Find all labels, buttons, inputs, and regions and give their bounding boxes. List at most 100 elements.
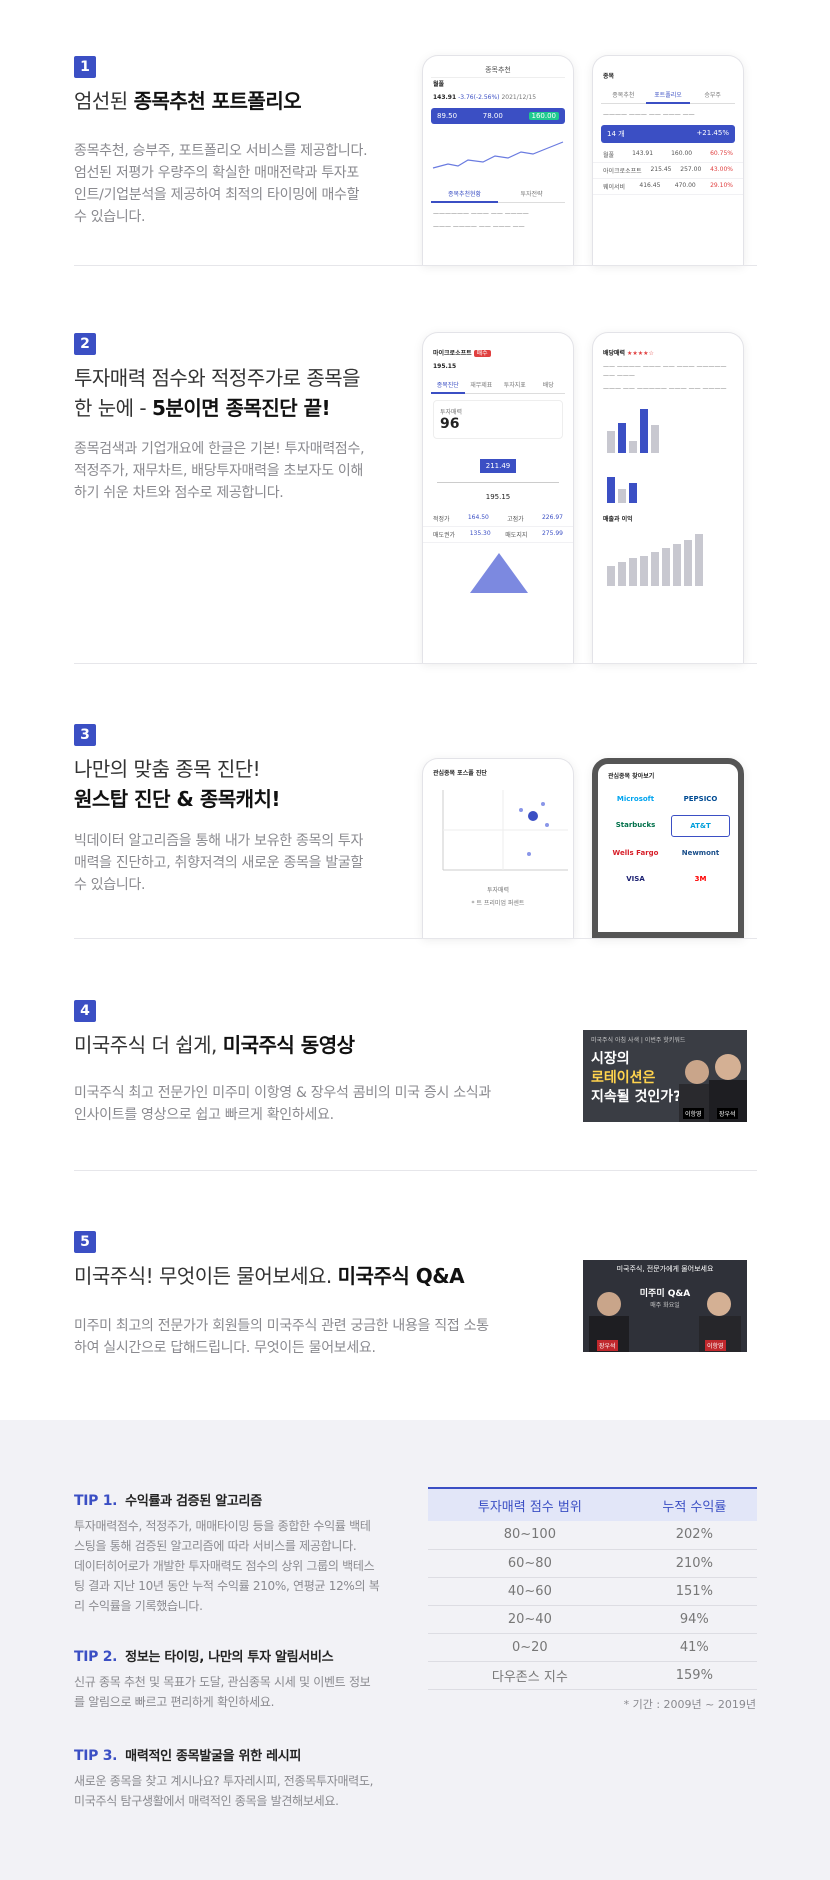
tip-1-heading: TIP 1. 수익률과 검증된 알고리즘 <box>74 1490 262 1509</box>
stock-change: -3.76(-2.56%) <box>458 94 500 101</box>
tip-line: 데이터히어로가 개발한 투자매력도 점수의 상위 그룹의 백테스 <box>74 1559 375 1573</box>
tip-3-body: 새로운 종목을 찾고 계시나요? 투자레시피, 전종목투자매력도, 미국주식 탐… <box>74 1771 404 1811</box>
section-1-title: 엄선된 종목추천 포트폴리오 <box>74 86 302 116</box>
section-4-title-bold: 미국주식 동영상 <box>222 1033 355 1057</box>
section-2-desc: 종목검색과 기업개요에 한글은 기본! 투자매력점수, 적정주가, 재무차트, … <box>74 438 365 504</box>
host-avatar-2 <box>715 1054 741 1080</box>
tip-line: 새로운 종목을 찾고 계시나요? 투자레시피, 전종목투자매력도, <box>74 1774 374 1788</box>
cell-range: 60~80 <box>428 1549 632 1578</box>
divider <box>74 663 757 664</box>
brand-microsoft[interactable]: Microsoft <box>606 789 665 809</box>
tip-2-heading: TIP 2. 정보는 타이밍, 나만의 투자 알림서비스 <box>74 1646 334 1665</box>
divider <box>74 265 757 266</box>
row-return: 29.10% <box>710 182 733 189</box>
qa-thumbnail[interactable]: 미국주식, 전문가에게 물어보세요 미주미 Q&A 매주 화요일 장우석 이항영 <box>583 1260 747 1352</box>
qa-host-name-2: 이항영 <box>705 1340 726 1351</box>
desc-line: 인트/기업분석을 제공하여 최적의 타이밍에 매수할 <box>74 187 360 203</box>
tip-line: 투자매력점수, 적정주가, 매매타이밍 등을 종합한 수익률 백테 <box>74 1519 371 1533</box>
section-2-title-bold: 5분이면 종목진단 끝! <box>152 396 331 420</box>
row-name: 월풀 <box>603 152 615 159</box>
stock-price: 195.15 <box>433 363 457 370</box>
table-row: 다우존스 지수 159% <box>428 1661 757 1690</box>
tab-portfolio[interactable]: 포트폴리오 <box>645 87 691 104</box>
cell-return: 210% <box>631 1549 757 1578</box>
cell-return: 94% <box>631 1605 757 1634</box>
dividend-bars <box>593 403 743 453</box>
qa-subtitle: 미국주식, 전문가에게 물어보세요 <box>616 1265 714 1273</box>
section-2-badge: 2 <box>74 333 96 355</box>
table-period-note: * 기간 : 2009년 ~ 2019년 <box>623 1698 756 1711</box>
tip-2-body: 신규 종목 추천 및 목표가 도달, 관심종목 시세 및 이벤트 정보 를 알림… <box>74 1672 404 1712</box>
section-3-badge: 3 <box>74 724 96 746</box>
tab-recommend[interactable]: 종목추천 <box>601 87 646 104</box>
desc-line: 매력을 진단하고, 취향저격의 새로운 종목을 발굴할 <box>74 855 364 871</box>
section-3-title: 나만의 맞춤 종목 진단! 원스탑 진단 & 종목캐치! <box>74 754 281 814</box>
section-5-badge: 5 <box>74 1231 96 1253</box>
section-3-title-bold: 원스탑 진단 & 종목캐치! <box>74 787 281 811</box>
row-return: 60.75% <box>710 150 733 157</box>
video-title-line1: 시장의 <box>591 1051 630 1067</box>
row-price: 143.91 <box>632 150 654 157</box>
radar-chart <box>470 553 528 593</box>
tab-winner[interactable]: 승부주 <box>690 87 736 104</box>
brand-pepsico[interactable]: PEPSICO <box>671 789 730 809</box>
host-name-2: 장우석 <box>717 1108 738 1119</box>
cell-return: 159% <box>631 1661 757 1690</box>
cell-range: 0~20 <box>428 1633 632 1662</box>
phone-header: 종목추천 <box>485 65 511 74</box>
desc-line: 엄선된 저평가 우량주의 확실한 매매전략과 투자포 <box>74 165 359 181</box>
tip-line: 팅 결과 지난 10년 동안 누적 수익률 210%, 연평균 12%의 복 <box>74 1579 380 1593</box>
desc-line: 하기 쉬운 차트와 점수로 제공합니다. <box>74 485 284 501</box>
stop-price: 78.00 <box>482 112 503 120</box>
stock-name: 월풀 <box>433 81 445 88</box>
video-thumbnail[interactable]: 미국주식 아침 사색 | 이번주 핫키워드 시장의 로테이션은 지속될 것인가?… <box>583 1030 747 1122</box>
revenue-chart-title: 매출과 이익 <box>603 516 633 523</box>
section-2-title-pre: 한 눈에 - <box>74 396 152 420</box>
dividend-label: 배당매력 <box>603 350 626 357</box>
section-5-title-pre: 미국주식! 무엇이든 물어보세요. <box>74 1264 338 1288</box>
tip-3-number: TIP 3. <box>74 1748 118 1764</box>
tip-1-number: TIP 1. <box>74 1493 118 1509</box>
phone-mockup-diagnosis: 마이크로소프트 매수 195.15 종목진단 재무제표 투자지표 배당 투자매력 96… <box>422 332 574 663</box>
phone-mockup-stockcatch: 관심종목 찾아보기 Microsoft PEPSICO Starbucks AT… <box>592 758 744 938</box>
desc-line: 종목추천, 승부주, 포트폴리오 서비스를 제공합니다. <box>74 143 368 159</box>
section-2-title-line1: 투자매력 점수와 적정주가로 종목을 <box>74 366 361 390</box>
cell-return: 41% <box>631 1633 757 1662</box>
cell-range: 20~40 <box>428 1605 632 1634</box>
scatter-axis-label: 투자매력 <box>486 887 510 894</box>
tip-3-title: 매력적인 종목발굴을 위한 레시피 <box>125 1749 302 1764</box>
brand-newmont[interactable]: Newmont <box>671 843 730 863</box>
video-title-line2: 로테이션은 <box>591 1070 656 1086</box>
table-row: 0~20 41% <box>428 1633 757 1662</box>
row-price: 215.45 <box>650 166 672 173</box>
table-header-range: 투자매력 점수 범위 <box>428 1487 632 1521</box>
phone-mockup-scatter: 관심종목 포스폴 진단 투자매력 * 트 프리미엄 퍼센트 <box>422 758 574 938</box>
section-3-desc: 빅데이터 알고리즘을 통해 내가 보유한 종목의 투자 매력을 진단하고, 취향… <box>74 830 363 896</box>
qa-host-avatar-2 <box>707 1292 731 1316</box>
tab-recommend-status[interactable]: 종목추천현황 <box>431 186 498 203</box>
brand-wellsfargo[interactable]: Wells Fargo <box>606 843 665 863</box>
desc-line: 종목검색과 기업개요에 한글은 기본! 투자매력점수, <box>74 441 365 457</box>
cell-range: 80~100 <box>428 1521 632 1550</box>
desc-line: 수 있습니다. <box>74 209 146 225</box>
divider <box>74 938 757 939</box>
section-1-title-bold: 종목추천 포트폴리오 <box>133 89 302 113</box>
desc-line: 인사이트를 영상으로 쉽고 빠르게 확인하세요. <box>74 1107 334 1123</box>
brand-starbucks[interactable]: Starbucks <box>606 815 665 837</box>
row-return: 43.00% <box>710 166 733 173</box>
price-box: 89.50 78.00 160.00 <box>431 108 565 124</box>
table-row: 60~80 210% <box>428 1549 757 1578</box>
stock-date: 2021/12/15 <box>501 94 537 101</box>
section-2-title: 투자매력 점수와 적정주가로 종목을 한 눈에 - 5분이면 종목진단 끝! <box>74 363 361 423</box>
desc-line: 적정주가, 재무차트, 배당투자매력을 초보자도 이해 <box>74 463 364 479</box>
score-card: 투자매력 96 <box>433 400 563 439</box>
portfolio-summary: 14 개 +21.45% <box>601 125 735 143</box>
qa-host-avatar-1 <box>597 1292 621 1316</box>
tab-strategy[interactable]: 투자전략 <box>498 186 565 203</box>
tip-2-title: 정보는 타이밍, 나만의 투자 알림서비스 <box>125 1650 334 1665</box>
brand-3m[interactable]: 3M <box>671 869 730 889</box>
payout-bars <box>593 463 743 503</box>
brand-att[interactable]: AT&T <box>671 815 730 837</box>
phone-mockup-portfolio: 종목 종목추천 포트폴리오 승부주 ———— ——— —— ——— —— 14 … <box>592 55 744 265</box>
brand-visa[interactable]: VISA <box>606 869 665 889</box>
